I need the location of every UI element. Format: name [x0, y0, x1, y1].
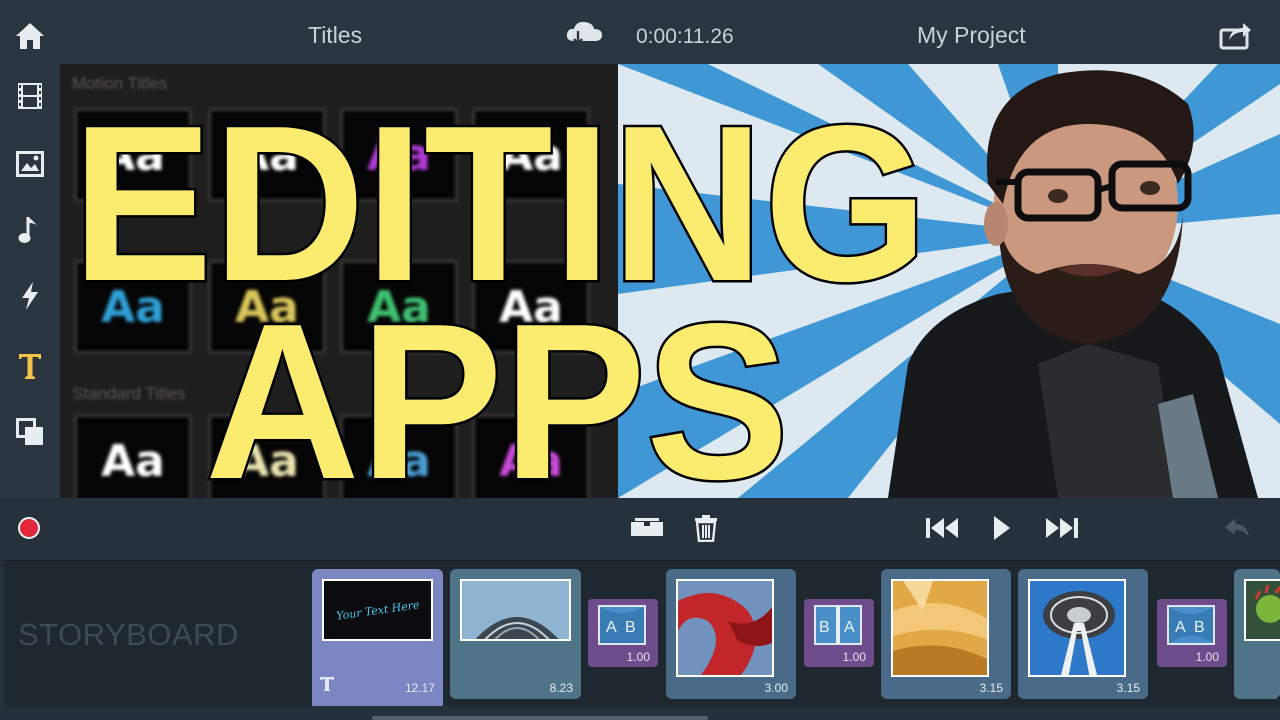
storyboard-scrollbar[interactable]: [372, 716, 708, 720]
storyboard-clip[interactable]: 8.23: [450, 569, 581, 699]
storyboard-clip[interactable]: 3.00: [666, 569, 796, 699]
transition-ab-icon: AB: [598, 605, 646, 645]
project-name[interactable]: My Project: [917, 22, 1026, 49]
skip-forward-icon[interactable]: [1042, 512, 1080, 544]
storyboard-clip[interactable]: 3.15: [881, 569, 1011, 699]
storyboard-label: STORYBOARD: [18, 617, 239, 652]
section-label-motion: Motion Titles: [72, 74, 168, 93]
clip-duration: 3.15: [1116, 681, 1140, 695]
film-icon[interactable]: [14, 80, 46, 112]
clip-thumbnail: Your Text Here: [322, 579, 433, 641]
clip-duration: 3.00: [764, 681, 788, 695]
cloud-sync-icon[interactable]: [564, 17, 604, 54]
title-tile[interactable]: Aa: [74, 414, 192, 498]
transition-duration: 1.00: [842, 650, 866, 664]
skip-back-icon[interactable]: [924, 512, 962, 544]
preview-image: [618, 64, 1280, 498]
clip-thumbnail-text: Your Text Here: [335, 597, 420, 623]
panel-title: Titles: [308, 22, 363, 48]
title-tile[interactable]: Aa: [340, 260, 458, 354]
overlay-icon[interactable]: [14, 416, 46, 448]
storyboard-clip[interactable]: Your Text Here 12.17: [312, 569, 443, 719]
title-tile[interactable]: Aa: [208, 414, 326, 498]
share-icon[interactable]: [1219, 20, 1253, 55]
title-tile[interactable]: Aa: [472, 414, 590, 498]
controls-bar: [0, 498, 1280, 558]
record-button[interactable]: [16, 512, 42, 544]
svg-text:A: A: [606, 619, 617, 636]
photo-icon[interactable]: [14, 148, 46, 180]
transition-duration: 1.00: [1195, 650, 1219, 664]
text-t-icon[interactable]: [14, 350, 46, 382]
home-icon[interactable]: [14, 20, 46, 52]
title-tile[interactable]: Aa: [74, 108, 192, 202]
transition-ba-icon: BA: [814, 605, 862, 645]
storyboard-clip[interactable]: 3.15: [1018, 569, 1148, 699]
svg-text:B: B: [625, 619, 636, 636]
clip-thumbnail: [676, 579, 774, 677]
clip-duration: 8.23: [549, 681, 573, 695]
clip-thumbnail: [1028, 579, 1126, 677]
lightning-icon[interactable]: [14, 280, 46, 312]
transition[interactable]: AB 1.00: [1157, 599, 1227, 667]
top-bar: Titles 0:00:11.26 My Project: [0, 0, 1280, 64]
split-clip-button[interactable]: [630, 512, 664, 544]
undo-icon[interactable]: [1222, 512, 1252, 544]
sidebar: [0, 0, 60, 500]
text-t-icon: [320, 676, 334, 697]
clip-duration: 12.17: [404, 681, 435, 695]
title-tile[interactable]: Aa: [472, 108, 590, 202]
title-tile[interactable]: Aa: [74, 260, 192, 354]
clip-duration: 3.15: [979, 681, 1003, 695]
title-tile[interactable]: Aa: [472, 260, 590, 354]
transition-duration: 1.00: [626, 650, 650, 664]
transition[interactable]: AB 1.00: [588, 599, 658, 667]
section-label-standard: Standard Titles: [72, 384, 186, 403]
title-tile[interactable]: Aa: [208, 108, 326, 202]
svg-text:B: B: [819, 619, 830, 636]
transition[interactable]: BA 1.00: [804, 599, 874, 667]
music-note-icon[interactable]: [14, 214, 46, 246]
svg-text:A: A: [1175, 619, 1186, 636]
trash-icon[interactable]: [693, 512, 719, 544]
play-icon[interactable]: [990, 512, 1014, 544]
title-tile[interactable]: Aa: [208, 260, 326, 354]
video-preview[interactable]: [618, 64, 1280, 498]
title-tile[interactable]: Aa: [340, 108, 458, 202]
storyboard[interactable]: STORYBOARD Your Text Here 12.17 8.23 AB …: [4, 560, 1280, 719]
svg-text:B: B: [1194, 619, 1205, 636]
titles-panel: Motion Titles Standard Titles Aa Aa Aa A…: [60, 64, 618, 498]
clip-thumbnail: [460, 579, 571, 641]
timecode: 0:00:11.26: [636, 25, 734, 48]
storyboard-clip[interactable]: [1234, 569, 1280, 699]
transition-ab-icon: AB: [1167, 605, 1215, 645]
svg-text:A: A: [844, 619, 855, 636]
clip-thumbnail: [1244, 579, 1280, 641]
title-tile[interactable]: Aa: [340, 414, 458, 498]
clip-thumbnail: [891, 579, 989, 677]
